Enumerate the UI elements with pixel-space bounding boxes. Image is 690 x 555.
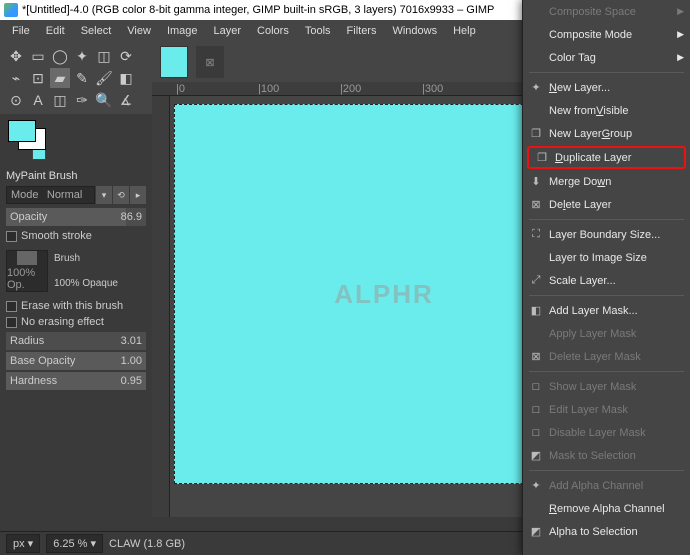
ctx-new-layer-group[interactable]: ❐New Layer Group xyxy=(523,122,690,145)
tool-measure-icon[interactable]: ∡ xyxy=(116,90,136,110)
mode-reset-icon[interactable]: ⟲ xyxy=(113,186,129,204)
tool-brush-icon[interactable]: 🖌 xyxy=(94,68,114,88)
ctx-merge-down[interactable]: ⬇Merge Down xyxy=(523,170,690,193)
tool-path-icon[interactable]: ◫ xyxy=(50,90,70,110)
ctx-layer-boundary-size-[interactable]: ⛶Layer Boundary Size... xyxy=(523,223,690,246)
watermark-text: ALPHR xyxy=(334,279,434,310)
ctx-layer-to-image-size[interactable]: Layer to Image Size xyxy=(523,246,690,269)
status-zoom[interactable]: 6.25 % ▾ xyxy=(46,534,103,553)
ctx-apply-layer-mask: Apply Layer Mask xyxy=(523,322,690,345)
ctx-delete-layer-mask: ⊠Delete Layer Mask xyxy=(523,345,690,368)
ctx-scale-layer-[interactable]: ⤢Scale Layer... xyxy=(523,269,690,292)
document-tab-thumb[interactable] xyxy=(160,46,188,78)
tool-picker-icon[interactable]: ✑ xyxy=(72,90,92,110)
brush-opaque-label: 100% Opaque xyxy=(54,278,118,289)
ctx-add-alpha-channel: ✦Add Alpha Channel xyxy=(523,474,690,497)
tool-rect-select-icon[interactable]: ▭ xyxy=(28,46,48,66)
menu-layer[interactable]: Layer xyxy=(206,25,250,37)
color-swatches[interactable] xyxy=(0,114,152,166)
tool-move-icon[interactable]: ✥ xyxy=(6,46,26,66)
tool-crop-icon[interactable]: ◫ xyxy=(94,46,114,66)
tool-rotate-icon[interactable]: ⟳ xyxy=(116,46,136,66)
ruler-vertical xyxy=(152,96,170,517)
menu-tools[interactable]: Tools xyxy=(297,25,339,37)
menu-edit[interactable]: Edit xyxy=(38,25,73,37)
ctx-delete-layer[interactable]: ⊠Delete Layer xyxy=(523,193,690,216)
ctx-add-layer-mask-[interactable]: ◧Add Layer Mask... xyxy=(523,299,690,322)
no-erase-checkbox[interactable]: No erasing effect xyxy=(6,316,146,328)
layer-context-menu: Composite Space▶Composite Mode▶Color Tag… xyxy=(522,0,690,555)
document-tab-close-icon[interactable]: ⊠ xyxy=(196,46,224,78)
tool-options-title: MyPaint Brush xyxy=(6,170,146,182)
fg-color-swatch[interactable] xyxy=(8,120,36,142)
status-unit[interactable]: px ▾ xyxy=(6,534,40,553)
ctx-remove-alpha-channel[interactable]: Remove Alpha Channel xyxy=(523,497,690,520)
tool-text-icon[interactable]: ⊡ xyxy=(28,68,48,88)
menu-view[interactable]: View xyxy=(119,25,159,37)
tool-zoom-icon[interactable]: 🔍 xyxy=(94,90,114,110)
ctx-disable-layer-mask: □Disable Layer Mask xyxy=(523,421,690,444)
tool-clone-icon[interactable]: ⊙ xyxy=(6,90,26,110)
menu-help[interactable]: Help xyxy=(445,25,484,37)
title-text: *[Untitled]-4.0 (RGB color 8-bit gamma i… xyxy=(22,4,494,16)
smooth-stroke-checkbox[interactable]: Smooth stroke xyxy=(6,230,146,242)
ctx-alpha-to-selection[interactable]: ◩Alpha to Selection xyxy=(523,520,690,543)
menu-image[interactable]: Image xyxy=(159,25,206,37)
mode-dropdown-icon[interactable]: ▾ xyxy=(96,186,112,204)
hardness-slider[interactable]: Hardness0.95 xyxy=(6,372,146,390)
toolbox: ✥ ▭ ◯ ✦ ◫ ⟳ ⌁ ⊡ ▰ ✎ 🖌 ◧ ⊙ A ◫ ✑ 🔍 ∡ xyxy=(0,42,152,114)
ctx-mask-to-selection: ◩Mask to Selection xyxy=(523,444,690,467)
mode-select[interactable]: Mode Normal xyxy=(6,186,95,204)
base-opacity-slider[interactable]: Base Opacity1.00 xyxy=(6,352,146,370)
left-panel: ✥ ▭ ◯ ✦ ◫ ⟳ ⌁ ⊡ ▰ ✎ 🖌 ◧ ⊙ A ◫ ✑ 🔍 ∡ MyPa… xyxy=(0,42,152,531)
menu-filters[interactable]: Filters xyxy=(339,25,385,37)
status-info: CLAW (1.8 GB) xyxy=(109,538,185,550)
erase-checkbox[interactable]: Erase with this brush xyxy=(6,300,146,312)
tool-lasso-icon[interactable]: ◯ xyxy=(50,46,70,66)
tool-eraser-icon[interactable]: ◧ xyxy=(116,68,136,88)
ctx-duplicate-layer[interactable]: ❐Duplicate Layer xyxy=(527,146,686,169)
menu-file[interactable]: File xyxy=(4,25,38,37)
ctx-new-layer-[interactable]: ✦New Layer... xyxy=(523,76,690,99)
ctx-composite-mode[interactable]: Composite Mode▶ xyxy=(523,23,690,46)
tool-options: MyPaint Brush Mode Normal ▾ ⟲ ▸ Opacity8… xyxy=(0,166,152,531)
menu-select[interactable]: Select xyxy=(73,25,120,37)
radius-slider[interactable]: Radius3.01 xyxy=(6,332,146,350)
menu-windows[interactable]: Windows xyxy=(384,25,445,37)
ctx-show-layer-mask: □Show Layer Mask xyxy=(523,375,690,398)
tool-wand-icon[interactable]: ✦ xyxy=(72,46,92,66)
mode-more-icon[interactable]: ▸ xyxy=(130,186,146,204)
app-logo-icon xyxy=(4,3,18,17)
ctx-new-from-visible[interactable]: New from Visible xyxy=(523,99,690,122)
tool-pencil-icon[interactable]: ✎ xyxy=(72,68,92,88)
tool-textA-icon[interactable]: A xyxy=(28,90,48,110)
ctx-composite-space: Composite Space▶ xyxy=(523,0,690,23)
brush-preview[interactable]: 100% Op. xyxy=(6,250,48,292)
menu-colors[interactable]: Colors xyxy=(249,25,297,37)
ctx-edit-layer-mask: □Edit Layer Mask xyxy=(523,398,690,421)
brush-label: Brush xyxy=(54,253,118,264)
ctx-color-tag[interactable]: Color Tag▶ xyxy=(523,46,690,69)
opacity-slider[interactable]: Opacity86.9 xyxy=(6,208,146,226)
tool-bucket-icon[interactable]: ▰ xyxy=(50,68,70,88)
tool-warp-icon[interactable]: ⌁ xyxy=(6,68,26,88)
